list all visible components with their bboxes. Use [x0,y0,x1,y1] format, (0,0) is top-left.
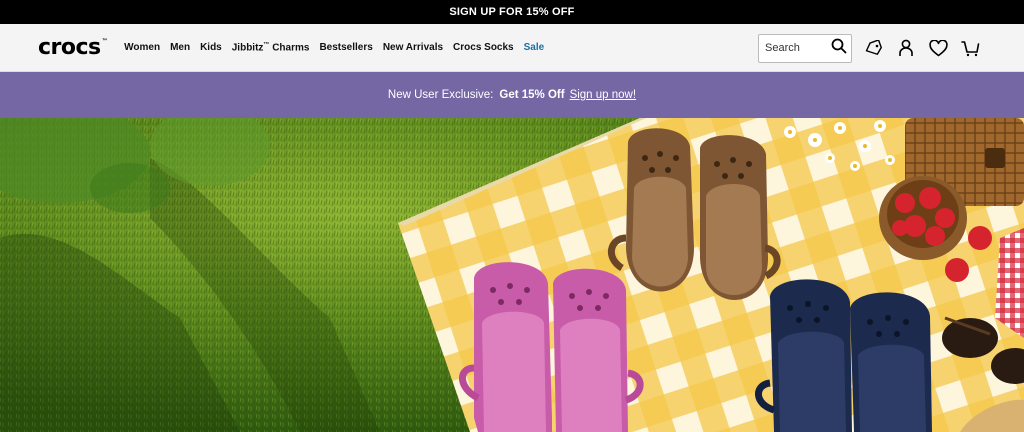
crocs-logo[interactable]: crocs ™ [38,35,108,60]
banner-signup-link[interactable]: Sign up now! [570,89,637,101]
tag-icon[interactable] [858,32,890,64]
banner-offer-text: Get 15% Off [499,89,565,101]
nav-crocs-socks[interactable]: Crocs Socks [448,42,519,53]
site-header: crocs ™ Women Men Kids Jibbitz™ Charms Be… [0,24,1024,72]
nav-new-arrivals[interactable]: New Arrivals [378,42,448,53]
hero-image[interactable] [0,118,1024,432]
new-user-banner: New User Exclusive: Get 15% Off Sign up … [0,72,1024,118]
header-actions [758,24,986,72]
navy-clog-right [850,292,932,432]
promo-text[interactable]: SIGN UP FOR 15% OFF [449,6,574,18]
search-box[interactable] [758,33,852,63]
pink-clog-left [459,262,552,432]
banner-lead-text: New User Exclusive: [387,89,494,101]
nav-kids[interactable]: Kids [195,42,227,53]
nav-women[interactable]: Women [119,42,165,53]
nav-men[interactable]: Men [165,42,195,53]
account-icon[interactable] [890,32,922,64]
cart-icon[interactable] [954,32,986,64]
promo-bar[interactable]: SIGN UP FOR 15% OFF [0,0,1024,24]
search-input[interactable] [765,42,827,54]
navy-clog-left [755,279,852,432]
logo-text: crocs [38,35,101,60]
heart-icon[interactable] [922,32,954,64]
hero-picnic-scene [0,118,1024,432]
nav-bestsellers[interactable]: Bestsellers [314,42,377,53]
main-nav: Women Men Kids Jibbitz™ Charms Bestselle… [119,42,549,53]
nav-jibbitz-charms[interactable]: Jibbitz™ Charms [227,42,315,53]
search-icon[interactable] [831,38,847,59]
nav-sale[interactable]: Sale [519,42,550,53]
